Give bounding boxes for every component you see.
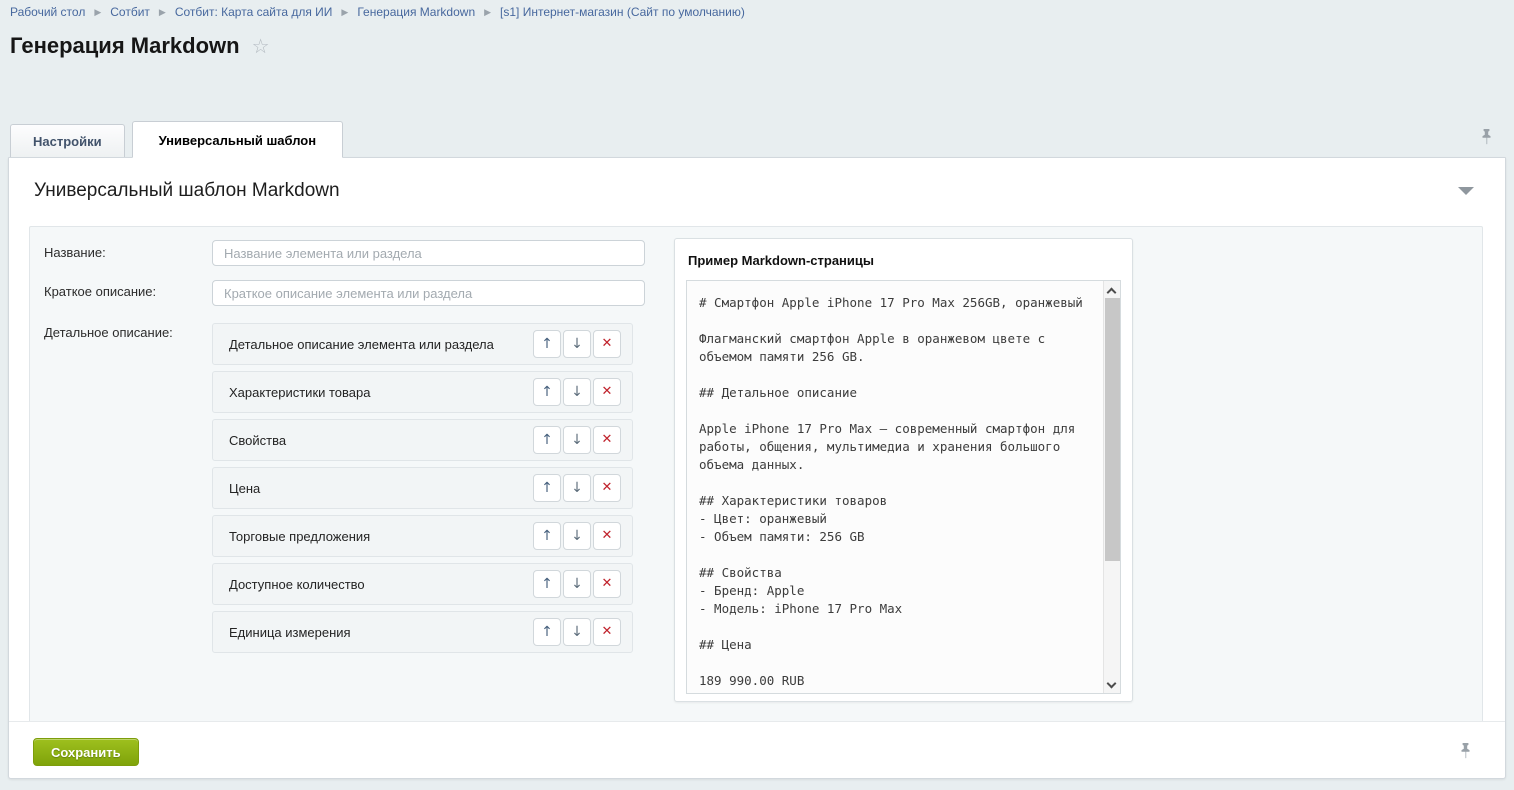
collapse-section-icon[interactable] bbox=[1458, 187, 1474, 195]
list-item-label: Цена bbox=[229, 481, 531, 496]
move-up-button[interactable]: ↑ bbox=[533, 378, 561, 406]
markdown-preview-text: # Смартфон Apple iPhone 17 Pro Max 256GB… bbox=[687, 281, 1105, 693]
field-label: Детальное описание: bbox=[44, 306, 212, 659]
remove-item-button[interactable]: ✕ bbox=[593, 330, 621, 358]
form-row-short-description: Краткое описание: bbox=[44, 266, 664, 306]
list-item-label: Единица измерения bbox=[229, 625, 531, 640]
breadcrumb-link[interactable]: Рабочий стол bbox=[10, 5, 85, 19]
move-down-button[interactable]: ↓ bbox=[563, 570, 591, 598]
sortable-list-item: Единица измерения ↑ ↓ ✕ bbox=[212, 611, 633, 653]
move-up-button[interactable]: ↑ bbox=[533, 330, 561, 358]
markdown-preview-area[interactable]: # Смартфон Apple iPhone 17 Pro Max 256GB… bbox=[686, 280, 1121, 694]
move-up-button[interactable]: ↑ bbox=[533, 426, 561, 454]
markdown-preview-card: Пример Markdown-страницы # Смартфон Appl… bbox=[674, 238, 1133, 702]
move-up-button[interactable]: ↑ bbox=[533, 570, 561, 598]
scrollbar-thumb[interactable] bbox=[1105, 298, 1120, 561]
template-form: Название: Краткое описание: Детальное оп… bbox=[44, 227, 664, 659]
remove-item-button[interactable]: ✕ bbox=[593, 426, 621, 454]
save-button[interactable]: Сохранить bbox=[33, 738, 139, 766]
tab-universal-template[interactable]: Универсальный шаблон bbox=[132, 121, 344, 158]
scroll-down-icon[interactable] bbox=[1108, 680, 1116, 688]
sortable-list-item: Торговые предложения ↑ ↓ ✕ bbox=[212, 515, 633, 557]
field-label: Название: bbox=[44, 227, 212, 266]
move-down-button[interactable]: ↓ bbox=[563, 474, 591, 502]
form-footer: Сохранить bbox=[9, 721, 1505, 778]
page-title-row: Генерация Markdown ☆ bbox=[10, 33, 270, 59]
preview-title: Пример Markdown-страницы bbox=[688, 253, 1121, 268]
list-item-label: Доступное количество bbox=[229, 577, 531, 592]
breadcrumb-separator-icon: ▶ bbox=[341, 7, 348, 18]
section-heading: Универсальный шаблон Markdown bbox=[34, 180, 340, 202]
pin-icon[interactable] bbox=[1479, 128, 1494, 150]
sortable-list-item: Характеристики товара ↑ ↓ ✕ bbox=[212, 371, 633, 413]
scroll-up-icon[interactable] bbox=[1108, 286, 1116, 294]
move-down-button[interactable]: ↓ bbox=[563, 330, 591, 358]
remove-item-button[interactable]: ✕ bbox=[593, 378, 621, 406]
list-item-label: Свойства bbox=[229, 433, 531, 448]
breadcrumb-separator-icon: ▶ bbox=[484, 7, 491, 18]
breadcrumb-link[interactable]: Сотбит: Карта сайта для ИИ bbox=[175, 5, 333, 19]
move-down-button[interactable]: ↓ bbox=[563, 426, 591, 454]
remove-item-button[interactable]: ✕ bbox=[593, 618, 621, 646]
breadcrumb-link[interactable]: Генерация Markdown bbox=[357, 5, 475, 19]
form-row-name: Название: bbox=[44, 227, 664, 266]
sortable-list-item: Детальное описание элемента или раздела … bbox=[212, 323, 633, 365]
list-item-label: Детальное описание элемента или раздела bbox=[229, 337, 531, 352]
breadcrumb-link[interactable]: [s1] Интернет-магазин (Сайт по умолчанию… bbox=[500, 5, 745, 19]
move-up-button[interactable]: ↑ bbox=[533, 474, 561, 502]
move-down-button[interactable]: ↓ bbox=[563, 378, 591, 406]
edit-form-panel: Универсальный шаблон Markdown Название: … bbox=[8, 157, 1506, 779]
move-down-button[interactable]: ↓ bbox=[563, 522, 591, 550]
form-row-detail-description: Детальное описание: Детальное описание э… bbox=[44, 306, 664, 659]
page-title: Генерация Markdown bbox=[10, 33, 240, 59]
name-input[interactable] bbox=[212, 240, 645, 266]
list-item-label: Характеристики товара bbox=[229, 385, 531, 400]
move-up-button[interactable]: ↑ bbox=[533, 522, 561, 550]
sortable-list: Детальное описание элемента или раздела … bbox=[212, 306, 633, 659]
field-label: Краткое описание: bbox=[44, 266, 212, 306]
breadcrumb: Рабочий стол ▶ Сотбит ▶ Сотбит: Карта са… bbox=[10, 5, 745, 19]
tab-bar: Настройки Универсальный шаблон bbox=[10, 121, 343, 157]
remove-item-button[interactable]: ✕ bbox=[593, 474, 621, 502]
preview-scrollbar[interactable] bbox=[1103, 281, 1120, 693]
sortable-list-item: Доступное количество ↑ ↓ ✕ bbox=[212, 563, 633, 605]
remove-item-button[interactable]: ✕ bbox=[593, 570, 621, 598]
favorite-star-icon[interactable]: ☆ bbox=[252, 34, 270, 59]
remove-item-button[interactable]: ✕ bbox=[593, 522, 621, 550]
list-item-label: Торговые предложения bbox=[229, 529, 531, 544]
sortable-list-item: Свойства ↑ ↓ ✕ bbox=[212, 419, 633, 461]
pin-icon[interactable] bbox=[1458, 742, 1473, 764]
admin-page: Рабочий стол ▶ Сотбит ▶ Сотбит: Карта са… bbox=[0, 0, 1514, 790]
form-workspace: Название: Краткое описание: Детальное оп… bbox=[29, 226, 1483, 723]
breadcrumb-separator-icon: ▶ bbox=[159, 7, 166, 18]
sortable-list-item: Цена ↑ ↓ ✕ bbox=[212, 467, 633, 509]
short-description-input[interactable] bbox=[212, 280, 645, 306]
breadcrumb-separator-icon: ▶ bbox=[94, 7, 101, 18]
move-down-button[interactable]: ↓ bbox=[563, 618, 591, 646]
move-up-button[interactable]: ↑ bbox=[533, 618, 561, 646]
tab-settings[interactable]: Настройки bbox=[10, 124, 125, 157]
breadcrumb-link[interactable]: Сотбит bbox=[110, 5, 150, 19]
